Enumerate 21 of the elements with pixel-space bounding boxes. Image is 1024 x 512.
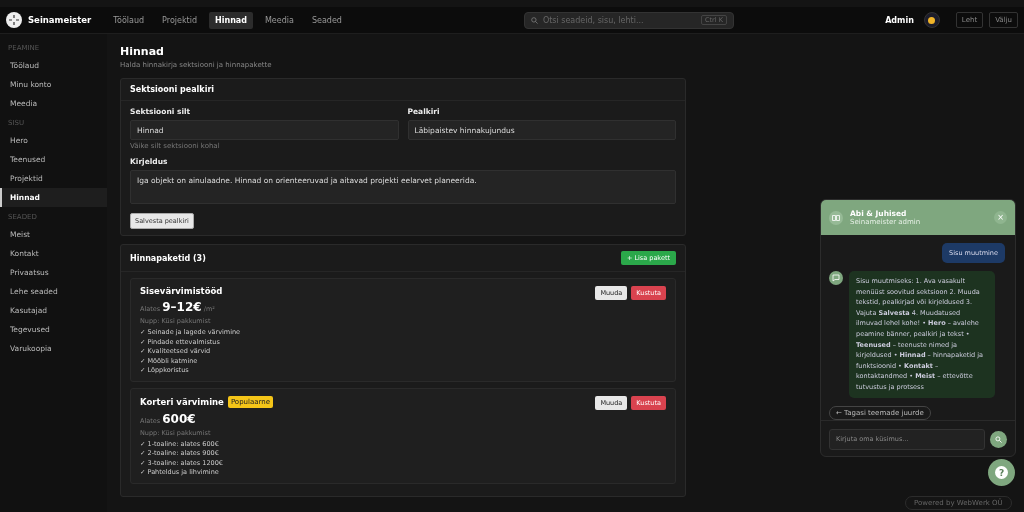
card-title: Hinnapaketid (3) — [130, 253, 206, 263]
nav-tab[interactable]: Töölaud — [107, 11, 151, 29]
package-name: Sisevärvimistööd — [140, 286, 223, 296]
logo-icon — [6, 12, 22, 28]
package-price: 600€ — [162, 411, 196, 426]
user-name: Admin — [885, 15, 914, 25]
search-icon[interactable] — [990, 430, 1007, 448]
book-icon — [829, 210, 843, 225]
package-price: 9–12€ — [162, 300, 202, 314]
nav-tab[interactable]: Projektid — [156, 11, 203, 29]
nav-tab[interactable]: Meedia — [258, 11, 300, 29]
brand-name: Seinameister — [28, 15, 92, 25]
package-name: Korteri värvimine — [140, 396, 224, 407]
search-icon — [530, 16, 538, 24]
nav-tab[interactable]: Seaded — [305, 11, 348, 29]
page-title: Hinnad — [120, 45, 165, 58]
help-button[interactable]: ? — [988, 459, 1015, 486]
chat-bubble-icon — [829, 271, 843, 285]
card-title: Sektsiooni pealkiri — [130, 85, 215, 94]
nav-tab[interactable]: Hinnad — [209, 11, 253, 29]
avatar-icon[interactable] — [923, 12, 940, 28]
